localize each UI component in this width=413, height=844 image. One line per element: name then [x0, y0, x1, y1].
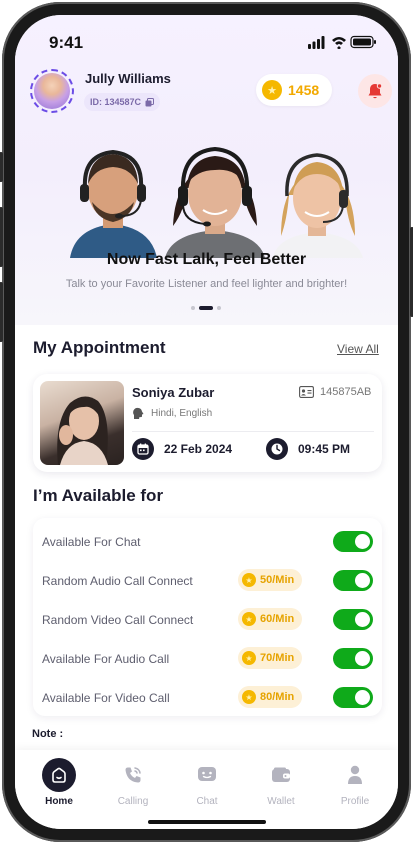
availability-label: Random Video Call Connect: [42, 613, 194, 627]
user-id-text: ID: 134587C: [90, 97, 142, 107]
rate-badge: ★ 60/Min: [238, 608, 303, 630]
video-call-toggle[interactable]: [333, 687, 373, 708]
nav-label: Home: [45, 796, 73, 807]
availability-card: Available For Chat Random Audio Call Con…: [33, 518, 382, 716]
nav-chat[interactable]: Chat: [172, 750, 242, 810]
app-screen: 9:41 Jully Williams ID: 134587C ★ 1458 N…: [15, 15, 398, 829]
wifi-icon: [332, 37, 346, 49]
view-all-link[interactable]: View All: [337, 342, 379, 356]
user-icon: [338, 758, 372, 792]
availability-label: Available For Audio Call: [42, 652, 170, 666]
phone-icon: [116, 758, 150, 792]
rate-badge: ★ 70/Min: [238, 647, 303, 669]
notification-button[interactable]: [358, 74, 392, 108]
profile-header: Jully Williams ID: 134587C ★ 1458: [30, 69, 392, 115]
availability-label: Available For Video Call: [42, 691, 170, 705]
nav-label: Wallet: [267, 796, 295, 807]
languages-text: Hindi, English: [151, 408, 213, 419]
availability-row-random-video: Random Video Call Connect ★ 60/Min: [33, 601, 382, 640]
clock-icon: [266, 438, 288, 460]
listener-id-text: 145875AB: [320, 386, 372, 398]
availability-row-audio-call: Available For Audio Call ★ 70/Min: [33, 640, 382, 679]
nav-label: Calling: [117, 796, 149, 807]
rate-badge: ★ 80/Min: [238, 686, 303, 708]
banner-listeners-image: [70, 146, 363, 258]
banner-subtitle: Talk to your Favorite Listener and feel …: [65, 278, 348, 290]
carousel-dots[interactable]: [191, 306, 221, 310]
listener-photo: [40, 381, 124, 465]
availability-label: Random Audio Call Connect: [42, 574, 193, 588]
availability-row-random-audio: Random Audio Call Connect ★ 50/Min: [33, 562, 382, 601]
carousel-dot[interactable]: [217, 306, 221, 310]
listener-name: Soniya Zubar: [132, 385, 215, 400]
avatar[interactable]: [30, 69, 74, 113]
coin-count: 1458: [288, 82, 320, 98]
random-video-toggle[interactable]: [333, 609, 373, 630]
note-label: Note :: [32, 728, 64, 740]
appointment-time-text: 09:45 PM: [298, 442, 351, 456]
availability-section-title: I’m Available for: [33, 486, 164, 505]
carousel-dot[interactable]: [191, 306, 195, 310]
coin-icon: ★: [242, 573, 256, 587]
speaking-head-icon: [133, 407, 144, 419]
home-indicator[interactable]: [148, 820, 266, 824]
status-bar: 9:41: [15, 15, 398, 69]
coin-icon: ★: [242, 690, 256, 704]
rate-text: 50/Min: [260, 574, 295, 586]
audio-call-toggle[interactable]: [333, 648, 373, 669]
nav-home[interactable]: Home: [24, 750, 94, 810]
user-id-badge[interactable]: ID: 134587C: [84, 93, 161, 111]
nav-label: Profile: [340, 796, 370, 807]
coin-balance[interactable]: ★ 1458: [256, 74, 332, 106]
availability-label: Available For Chat: [42, 535, 141, 549]
coin-icon: ★: [262, 80, 282, 100]
nav-wallet[interactable]: Wallet: [246, 750, 316, 810]
phone-frame: 9:41 Jully Williams ID: 134587C ★ 1458 N…: [0, 2, 413, 842]
appointment-card[interactable]: Soniya Zubar 145875AB Hindi, English 22 …: [33, 374, 382, 472]
appointment-time: 09:45 PM: [266, 438, 350, 460]
listener-id: 145875AB: [299, 386, 371, 398]
appointment-date-text: 22 Feb 2024: [164, 442, 233, 456]
banner-title: Now Fast Lalk, Feel Better: [106, 251, 307, 268]
user-name: Jully Williams: [85, 71, 171, 86]
volume-down-button: [0, 282, 3, 342]
nav-calling[interactable]: Calling: [98, 750, 168, 810]
nav-label: Chat: [196, 796, 218, 807]
bell-icon: [368, 82, 383, 98]
nav-profile[interactable]: Profile: [320, 750, 390, 810]
chat-toggle[interactable]: [333, 531, 373, 552]
rate-badge: ★ 50/Min: [238, 569, 303, 591]
id-card-icon: [299, 386, 314, 398]
rate-text: 60/Min: [260, 613, 295, 625]
rate-text: 70/Min: [260, 652, 295, 664]
status-time: 9:41: [49, 33, 84, 52]
signal-icon: [308, 44, 311, 49]
chat-icon: [190, 758, 224, 792]
carousel-dot-active[interactable]: [199, 306, 213, 310]
mute-switch: [0, 152, 3, 182]
availability-row-video-call: Available For Video Call ★ 80/Min: [33, 679, 382, 718]
divider: [132, 431, 374, 432]
coin-icon: ★: [242, 612, 256, 626]
calendar-icon: [132, 438, 154, 460]
copy-icon[interactable]: [145, 97, 155, 107]
volume-up-button: [0, 207, 3, 267]
rate-text: 80/Min: [260, 691, 295, 703]
bottom-nav: Home Calling Chat Wallet Profile: [15, 750, 398, 829]
random-audio-toggle[interactable]: [333, 570, 373, 591]
wallet-icon: [264, 758, 298, 792]
status-icons: [308, 35, 376, 49]
availability-row-chat: Available For Chat: [33, 523, 382, 562]
home-icon: [42, 758, 76, 792]
coin-icon: ★: [242, 651, 256, 665]
appointment-date: 22 Feb 2024: [132, 438, 232, 460]
listener-languages: Hindi, English: [132, 407, 212, 420]
appointment-section-title: My Appointment: [33, 338, 166, 357]
